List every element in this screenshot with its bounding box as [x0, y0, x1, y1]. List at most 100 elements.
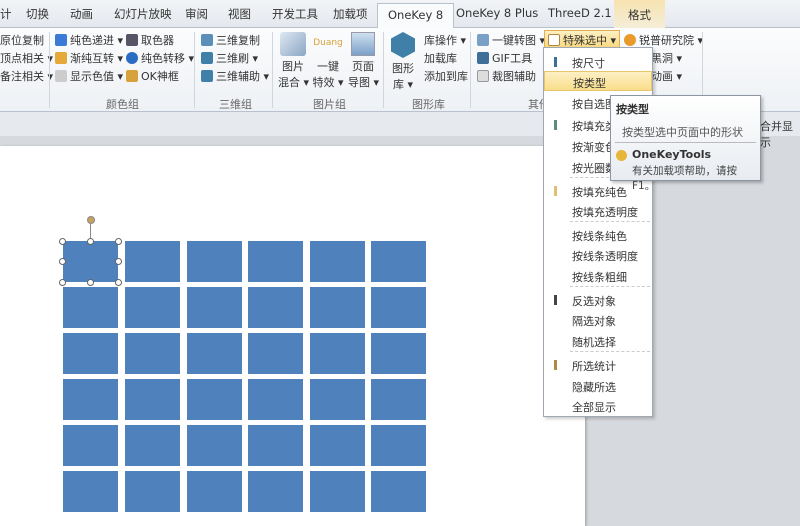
btn-show-color[interactable]: 显示色值 ▾	[55, 68, 123, 84]
gradient-swap-icon	[55, 52, 67, 64]
menu-item[interactable]: 隔选对象	[544, 310, 652, 330]
tab-transitions[interactable]: 切换	[26, 6, 49, 22]
btn-gif-tool[interactable]: GIF工具	[477, 50, 532, 66]
btn-ok-frame[interactable]: OK神框	[126, 68, 179, 84]
btn-color-step[interactable]: 纯色递进 ▾	[55, 32, 123, 48]
btn-rp-institute[interactable]: 锐普研究院 ▾	[624, 32, 703, 48]
btn-picture-blend[interactable]: 图片 混合 ▾	[278, 32, 309, 90]
btn-one-key-effect[interactable]: Duang 一键 特效 ▾	[312, 32, 344, 90]
tab-developer[interactable]: 开发工具	[272, 6, 318, 22]
resize-handle[interactable]	[59, 238, 66, 245]
rectangle-shape[interactable]	[187, 333, 242, 374]
rotate-handle[interactable]	[87, 216, 95, 224]
btn-add-to-library[interactable]: 添加到库	[424, 68, 468, 84]
rectangle-shape[interactable]	[371, 379, 426, 420]
duang-icon: Duang	[313, 38, 343, 48]
tab-design[interactable]: 计	[0, 6, 12, 22]
menu-item[interactable]: 全部显示	[544, 396, 652, 416]
rectangle-shape[interactable]	[248, 287, 303, 328]
tab-onekey8plus[interactable]: OneKey 8 Plus	[456, 6, 538, 20]
rectangle-shape[interactable]	[371, 287, 426, 328]
btn-gradient-swap[interactable]: 渐纯互转 ▾	[55, 50, 123, 66]
btn-shape-library[interactable]: 图形库 ▾	[388, 32, 418, 92]
resize-handle[interactable]	[87, 238, 94, 245]
tab-threed[interactable]: ThreeD 2.1	[548, 6, 612, 20]
rectangle-shape[interactable]	[125, 287, 180, 328]
resize-handle[interactable]	[115, 279, 122, 286]
rectangle-shape[interactable]	[371, 471, 426, 512]
btn-eyedropper[interactable]: 取色器	[126, 32, 174, 48]
rectangle-shape[interactable]	[187, 425, 242, 466]
rectangle-shape[interactable]	[310, 333, 365, 374]
resize-handle[interactable]	[87, 279, 94, 286]
tab-review[interactable]: 审阅	[185, 6, 208, 22]
rectangle-shape[interactable]	[187, 241, 242, 282]
btn-page-map[interactable]: 页面 导图 ▾	[348, 32, 379, 90]
resize-handle[interactable]	[59, 258, 66, 265]
rectangle-shape[interactable]	[248, 241, 303, 282]
tab-slideshow[interactable]: 幻灯片放映	[114, 6, 172, 22]
tooltip: 按类型 按类型选中页面中的形状 OneKeyTools 有关加载项帮助，请按 F…	[610, 95, 761, 192]
rectangle-shape[interactable]	[63, 333, 118, 374]
rectangle-shape[interactable]	[310, 379, 365, 420]
menu-item[interactable]: 按类型	[544, 71, 652, 91]
btn-vertex[interactable]: 顶点相关 ▾	[0, 50, 53, 66]
resize-handle[interactable]	[115, 258, 122, 265]
menu-item[interactable]: 随机选择	[544, 331, 652, 351]
tab-view[interactable]: 视图	[228, 6, 251, 22]
rectangle-shape[interactable]	[310, 425, 365, 466]
btn-3d-assist[interactable]: 三维辅助 ▾	[201, 68, 269, 84]
rectangle-shape[interactable]	[310, 241, 365, 282]
resize-handle[interactable]	[115, 238, 122, 245]
rectangle-shape[interactable]	[310, 471, 365, 512]
menu-item[interactable]: 按线条粗细	[544, 266, 652, 286]
tab-format[interactable]: 格式	[614, 0, 665, 28]
rectangle-shape[interactable]	[63, 287, 118, 328]
menu-item[interactable]: 按尺寸	[544, 52, 652, 72]
rectangle-shape[interactable]	[125, 241, 180, 282]
btn-notes[interactable]: 备注相关 ▾	[0, 68, 53, 84]
rectangle-shape[interactable]	[310, 287, 365, 328]
menu-item[interactable]: 按填充透明度	[544, 201, 652, 221]
rectangle-shape[interactable]	[248, 379, 303, 420]
tab-addins[interactable]: 加载项	[333, 6, 368, 22]
btn-3d-brush[interactable]: 三维刷 ▾	[201, 50, 258, 66]
rectangle-shape[interactable]	[63, 241, 118, 282]
rectangle-shape[interactable]	[371, 425, 426, 466]
rectangle-shape[interactable]	[187, 471, 242, 512]
rectangle-shape[interactable]	[187, 379, 242, 420]
tab-onekey8[interactable]: OneKey 8	[377, 3, 455, 29]
eyedropper-icon	[126, 34, 138, 46]
menu-item[interactable]: 反选对象	[544, 290, 652, 310]
rectangle-shape[interactable]	[125, 379, 180, 420]
rectangle-shape[interactable]	[187, 287, 242, 328]
rectangle-shape[interactable]	[125, 425, 180, 466]
menu-item[interactable]: 隐藏所选	[544, 376, 652, 396]
rectangle-shape[interactable]	[125, 333, 180, 374]
btn-library-ops[interactable]: 库操作 ▾	[424, 32, 466, 48]
menu-item-icon	[554, 186, 557, 196]
rotate-line	[90, 224, 91, 238]
btn-copy-in-place[interactable]: 原位复制	[0, 32, 44, 48]
rectangle-shape[interactable]	[248, 471, 303, 512]
tab-animations[interactable]: 动画	[70, 6, 93, 22]
btn-one-key-to-image[interactable]: 一键转图 ▾	[477, 32, 545, 48]
rectangle-shape[interactable]	[371, 241, 426, 282]
btn-3d-copy[interactable]: 三维复制	[201, 32, 260, 48]
rectangle-shape[interactable]	[63, 471, 118, 512]
menu-item-label: 按线条透明度	[572, 250, 638, 263]
btn-crop-assist[interactable]: 裁图辅助	[477, 68, 536, 84]
rectangle-shape[interactable]	[63, 425, 118, 466]
rectangle-shape[interactable]	[371, 333, 426, 374]
menu-item[interactable]: 所选统计	[544, 355, 652, 375]
menu-item[interactable]: 按线条纯色	[544, 225, 652, 245]
btn-load-library[interactable]: 加载库	[424, 50, 457, 66]
rectangle-shape[interactable]	[248, 425, 303, 466]
rectangle-shape[interactable]	[125, 471, 180, 512]
btn-color-transfer[interactable]: 纯色转移 ▾	[126, 50, 194, 66]
menu-item[interactable]: 按线条透明度	[544, 245, 652, 265]
rectangle-shape[interactable]	[248, 333, 303, 374]
merge-show-label[interactable]: 合并显示	[760, 118, 800, 150]
resize-handle[interactable]	[59, 279, 66, 286]
rectangle-shape[interactable]	[63, 379, 118, 420]
